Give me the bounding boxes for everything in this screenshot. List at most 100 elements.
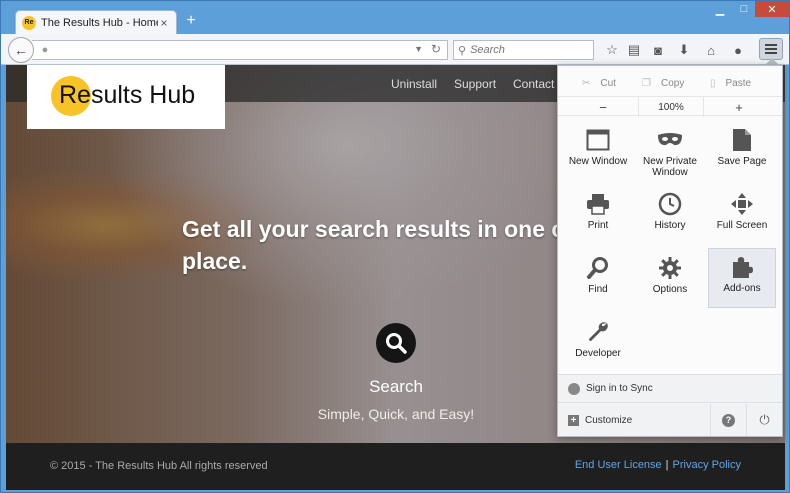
cut-label: Cut	[600, 77, 616, 89]
scissors-icon: ✂	[582, 77, 591, 89]
wrench-icon	[586, 318, 610, 346]
full-screen-label: Full Screen	[716, 220, 768, 231]
window-icon	[586, 126, 610, 154]
url-dropdown-icon[interactable]: ▼	[414, 44, 423, 54]
developer-item[interactable]: Developer	[564, 314, 632, 372]
site-footer: © 2015 - The Results Hub All rights rese…	[6, 443, 785, 490]
new-private-window-item[interactable]: New Private Window	[636, 122, 704, 180]
maximize-icon[interactable]: □	[733, 1, 755, 17]
privacy-policy-link[interactable]: Privacy Policy	[673, 459, 741, 471]
fullscreen-icon	[730, 190, 754, 218]
find-item[interactable]: Find	[564, 250, 632, 308]
new-tab-plus-icon[interactable]: +	[183, 12, 199, 30]
print-label: Print	[587, 220, 609, 231]
logo-text: Results Hub	[59, 81, 196, 109]
printer-icon	[586, 190, 610, 218]
eula-link[interactable]: End User License	[575, 459, 662, 471]
search-input[interactable]	[470, 44, 581, 56]
copy-button[interactable]: ❐ Copy	[642, 72, 684, 94]
pocket-icon[interactable]: ◙	[649, 41, 667, 59]
search-field[interactable]: ⚲	[453, 40, 594, 60]
back-button[interactable]: ←	[8, 37, 34, 63]
page-icon	[732, 126, 752, 154]
find-label: Find	[588, 284, 608, 295]
globe-icon: ●	[41, 44, 49, 56]
customize-plus-icon: +	[568, 414, 579, 426]
zoom-out-button[interactable]: −	[588, 97, 618, 117]
url-bar[interactable]: ● ▼ ↻	[32, 40, 448, 60]
menu-grid: New Window New Private Window Save Page	[562, 122, 778, 372]
magnifier-icon	[586, 254, 610, 282]
help-button[interactable]: ?	[710, 404, 746, 436]
add-ons-item[interactable]: Add-ons	[708, 248, 776, 308]
options-item[interactable]: Options	[636, 250, 704, 308]
save-page-item[interactable]: Save Page	[708, 122, 776, 180]
back-arrow-icon: ←	[14, 42, 28, 58]
navigation-toolbar: ● ▼ ↻ ← ⚲ ☆ ▤ ◙ ⬇ ⌂ ●	[1, 34, 789, 65]
zoom-in-button[interactable]: +	[724, 97, 754, 117]
customize-label: Customize	[585, 414, 633, 426]
new-window-label: New Window	[568, 156, 628, 167]
download-icon[interactable]: ⬇	[675, 41, 693, 59]
sync-icon	[568, 382, 580, 395]
puzzle-icon	[730, 253, 754, 281]
sync-label: Sign in to Sync	[586, 383, 653, 394]
tab-close-icon[interactable]: ×	[158, 16, 170, 30]
history-label: History	[654, 220, 686, 231]
paste-label: Paste	[725, 77, 752, 89]
zoom-reset-button[interactable]: 100%	[638, 97, 704, 117]
save-page-label: Save Page	[717, 156, 767, 167]
clock-icon	[658, 190, 682, 218]
bookmarks-menu-icon[interactable]: ▤	[625, 41, 643, 59]
browser-tab[interactable]: Re The Results Hub - Home P... ×	[15, 10, 177, 34]
nav-link-support[interactable]: Support	[454, 77, 496, 91]
full-screen-item[interactable]: Full Screen	[708, 186, 776, 244]
gear-icon	[658, 254, 682, 282]
nav-link-uninstall[interactable]: Uninstall	[391, 77, 437, 91]
footer-separator: |	[665, 459, 669, 471]
reload-icon[interactable]: ↻	[431, 42, 441, 56]
new-window-item[interactable]: New Window	[564, 122, 632, 180]
sign-in-to-sync-button[interactable]: Sign in to Sync	[558, 375, 782, 403]
hero-search-label[interactable]: Search	[326, 377, 466, 397]
new-private-window-label: New Private Window	[643, 156, 697, 178]
title-bar: Re The Results Hub - Home P... × + ▁ □ ✕	[1, 1, 789, 34]
zoom-controls: − 100% +	[558, 96, 782, 117]
clipboard-icon: ▯	[710, 77, 716, 89]
home-icon[interactable]: ⌂	[702, 41, 720, 59]
edit-controls: ✂ Cut ❐ Copy ▯ Paste	[558, 72, 782, 94]
history-item[interactable]: History	[636, 186, 704, 244]
copy-icon: ❐	[642, 77, 651, 89]
hamburger-icon	[765, 48, 777, 50]
print-item[interactable]: Print	[564, 186, 632, 244]
power-icon: ⏻	[759, 412, 770, 427]
minimize-icon[interactable]: ▁	[707, 1, 733, 17]
search-icon: ⚲	[458, 44, 467, 57]
copy-label: Copy	[660, 77, 685, 89]
options-label: Options	[652, 284, 688, 295]
tab-favicon-icon: Re	[22, 15, 36, 30]
magnifier-icon	[386, 333, 407, 354]
footer-links: End User License | Privacy Policy	[575, 459, 741, 471]
cut-button[interactable]: ✂ Cut	[582, 72, 616, 94]
quit-button[interactable]: ⏻	[746, 404, 782, 436]
paste-button[interactable]: ▯ Paste	[710, 72, 751, 94]
help-icon: ?	[722, 413, 735, 427]
browser-window: Re The Results Hub - Home P... × + ▁ □ ✕…	[0, 0, 790, 493]
nav-link-contact[interactable]: Contact	[513, 77, 554, 91]
close-window-icon[interactable]: ✕	[755, 1, 789, 17]
firefox-menu-panel: ✂ Cut ❐ Copy ▯ Paste − 100% + New Window	[557, 65, 783, 437]
site-logo[interactable]: Results Hub	[27, 65, 225, 129]
chat-icon[interactable]: ●	[729, 41, 747, 59]
panel-arrow	[765, 58, 779, 65]
hero-tagline: Simple, Quick, and Easy!	[317, 406, 475, 422]
tab-title: The Results Hub - Home P...	[41, 16, 158, 29]
open-menu-button[interactable]	[759, 38, 783, 60]
developer-label: Developer	[575, 348, 621, 359]
mask-icon	[657, 126, 683, 154]
hero-title: Get all your search results in one c pla…	[182, 216, 565, 274]
bookmark-star-icon[interactable]: ☆	[603, 41, 621, 59]
add-ons-label: Add-ons	[723, 283, 761, 294]
hero-search-button[interactable]	[376, 323, 416, 363]
copyright-text: © 2015 - The Results Hub All rights rese…	[50, 460, 268, 472]
